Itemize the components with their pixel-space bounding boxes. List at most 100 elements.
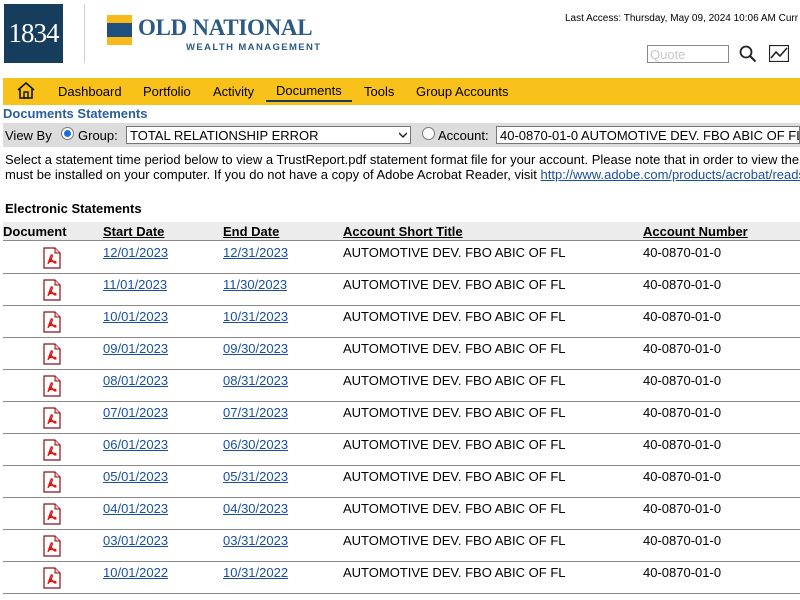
account-number: 40-0870-01-0	[643, 245, 722, 260]
pdf-document-icon[interactable]	[41, 407, 63, 429]
end-date-link[interactable]: 05/31/2023	[223, 469, 288, 484]
end-date-link[interactable]: 12/31/2023	[223, 245, 288, 260]
start-date-link[interactable]: 10/01/2022	[103, 565, 168, 580]
account-short-title: AUTOMOTIVE DEV. FBO ABIC OF FL	[343, 437, 566, 452]
search-icon[interactable]	[739, 45, 757, 63]
start-date-link[interactable]: 05/01/2023	[103, 469, 168, 484]
table-header: Document Start Date End Date Account Sho…	[3, 222, 800, 241]
account-short-title: AUTOMOTIVE DEV. FBO ABIC OF FL	[343, 373, 566, 388]
col-end-date[interactable]: End Date	[223, 224, 279, 239]
nav-documents[interactable]: Documents	[266, 83, 352, 102]
col-start-date[interactable]: Start Date	[103, 224, 164, 239]
intro-line-2: must be installed on your computer. If y…	[5, 167, 537, 182]
end-date-link[interactable]: 10/31/2022	[223, 565, 288, 580]
account-select-value: 40-0870-01-0 AUTOMOTIVE DEV. FBO ABIC OF…	[500, 128, 800, 143]
table-row: 06/01/2023 06/30/2023 AUTOMOTIVE DEV. FBO …	[3, 433, 800, 466]
end-date-link[interactable]: 11/30/2023	[223, 277, 287, 292]
account-short-title: AUTOMOTIVE DEV. FBO ABIC OF FL	[343, 277, 566, 292]
account-number: 40-0870-01-0	[643, 373, 722, 388]
nav-tools[interactable]: Tools	[364, 84, 394, 99]
account-short-title: AUTOMOTIVE DEV. FBO ABIC OF FL	[343, 405, 566, 420]
account-short-title: AUTOMOTIVE DEV. FBO ABIC OF FL	[343, 341, 566, 356]
table-row: 11/01/2023 11/30/2023 AUTOMOTIVE DEV. FBO …	[3, 273, 800, 306]
table-row: 08/01/2023 08/31/2023 AUTOMOTIVE DEV. FBO …	[3, 369, 800, 402]
end-date-link[interactable]: 09/30/2023	[223, 341, 288, 356]
account-number: 40-0870-01-0	[643, 341, 722, 356]
col-document: Document	[3, 224, 67, 239]
pdf-document-icon[interactable]	[41, 567, 63, 589]
old-national-logo-mark-icon	[107, 15, 132, 45]
account-label: Account:	[438, 128, 489, 143]
view-by-bar: View By Group: TOTAL RELATIONSHIP ERROR …	[3, 123, 800, 147]
account-number: 40-0870-01-0	[643, 533, 722, 548]
quote-input[interactable]	[647, 45, 729, 63]
nav-group-accounts[interactable]: Group Accounts	[416, 84, 509, 99]
end-date-link[interactable]: 10/31/2023	[223, 309, 288, 324]
table-row: 05/01/2023 05/31/2023 AUTOMOTIVE DEV. FBO …	[3, 465, 800, 498]
account-short-title: AUTOMOTIVE DEV. FBO ABIC OF FL	[343, 469, 566, 484]
home-icon[interactable]	[17, 82, 35, 99]
start-date-link[interactable]: 04/01/2023	[103, 501, 168, 516]
account-short-title: AUTOMOTIVE DEV. FBO ABIC OF FL	[343, 565, 566, 580]
group-select[interactable]: TOTAL RELATIONSHIP ERROR	[126, 126, 411, 144]
start-date-link[interactable]: 11/01/2023	[103, 277, 167, 292]
end-date-link[interactable]: 03/31/2023	[223, 533, 288, 548]
table-row: 04/01/2023 04/30/2023 AUTOMOTIVE DEV. FBO …	[3, 497, 800, 530]
table-row: 09/01/2023 09/30/2023 AUTOMOTIVE DEV. FBO …	[3, 337, 800, 370]
pdf-document-icon[interactable]	[41, 375, 63, 397]
brand-subtitle: WEALTH MANAGEMENT	[186, 42, 322, 53]
table-row: 10/01/2023 10/31/2023 AUTOMOTIVE DEV. FBO …	[3, 305, 800, 338]
group-label: Group:	[78, 128, 118, 143]
page-title: Documents Statements	[3, 106, 148, 121]
start-date-link[interactable]: 07/01/2023	[103, 405, 168, 420]
chevron-down-icon	[399, 132, 407, 139]
table-row: 03/01/2023 03/31/2023 AUTOMOTIVE DEV. FBO …	[3, 529, 800, 562]
pdf-document-icon[interactable]	[41, 535, 63, 557]
intro-text: Select a statement time period below to …	[5, 152, 800, 182]
start-date-link[interactable]: 03/01/2023	[103, 533, 168, 548]
start-date-link[interactable]: 09/01/2023	[103, 341, 168, 356]
start-date-link[interactable]: 08/01/2023	[103, 373, 168, 388]
electronic-statements-heading: Electronic Statements	[5, 201, 142, 216]
start-date-link[interactable]: 06/01/2023	[103, 437, 168, 452]
view-by-label: View By	[5, 128, 52, 143]
group-radio[interactable]	[61, 127, 74, 140]
nav-portfolio[interactable]: Portfolio	[143, 84, 191, 99]
header-divider	[84, 4, 85, 63]
start-date-link[interactable]: 12/01/2023	[103, 245, 168, 260]
end-date-link[interactable]: 06/30/2023	[223, 437, 288, 452]
account-short-title: AUTOMOTIVE DEV. FBO ABIC OF FL	[343, 501, 566, 516]
end-date-link[interactable]: 07/31/2023	[223, 405, 288, 420]
account-short-title: AUTOMOTIVE DEV. FBO ABIC OF FL	[343, 533, 566, 548]
pdf-document-icon[interactable]	[41, 311, 63, 333]
end-date-link[interactable]: 04/30/2023	[223, 501, 288, 516]
account-short-title: AUTOMOTIVE DEV. FBO ABIC OF FL	[343, 245, 566, 260]
pdf-document-icon[interactable]	[41, 247, 63, 269]
account-select[interactable]: 40-0870-01-0 AUTOMOTIVE DEV. FBO ABIC OF…	[496, 126, 800, 144]
nav-activity[interactable]: Activity	[213, 84, 254, 99]
brand-logo-1834: 1834	[4, 4, 63, 63]
pdf-document-icon[interactable]	[41, 279, 63, 301]
nav-dashboard[interactable]: Dashboard	[58, 84, 122, 99]
pdf-document-icon[interactable]	[41, 503, 63, 525]
account-radio[interactable]	[422, 127, 435, 140]
table-row: 12/01/2023 12/31/2023 AUTOMOTIVE DEV. FBO …	[3, 241, 800, 274]
pdf-document-icon[interactable]	[41, 343, 63, 365]
col-account-short-title[interactable]: Account Short Title	[343, 224, 463, 239]
chart-icon[interactable]	[769, 45, 789, 62]
group-select-value: TOTAL RELATIONSHIP ERROR	[130, 128, 319, 143]
end-date-link[interactable]: 08/31/2023	[223, 373, 288, 388]
pdf-document-icon[interactable]	[41, 439, 63, 461]
account-number: 40-0870-01-0	[643, 501, 722, 516]
start-date-link[interactable]: 10/01/2023	[103, 309, 168, 324]
intro-line-1: Select a statement time period below to …	[5, 152, 800, 167]
account-number: 40-0870-01-0	[643, 405, 722, 420]
col-account-number[interactable]: Account Number	[643, 224, 748, 239]
table-row: 07/01/2023 07/31/2023 AUTOMOTIVE DEV. FBO …	[3, 401, 800, 434]
pdf-document-icon[interactable]	[41, 471, 63, 493]
last-access-text: Last Access: Thursday, May 09, 2024 10:0…	[565, 13, 799, 24]
account-number: 40-0870-01-0	[643, 565, 722, 580]
adobe-link[interactable]: http://www.adobe.com/products/acrobat/re…	[541, 167, 800, 182]
main-nav: Dashboard Portfolio Activity Documents T…	[3, 78, 800, 105]
account-number: 40-0870-01-0	[643, 437, 722, 452]
